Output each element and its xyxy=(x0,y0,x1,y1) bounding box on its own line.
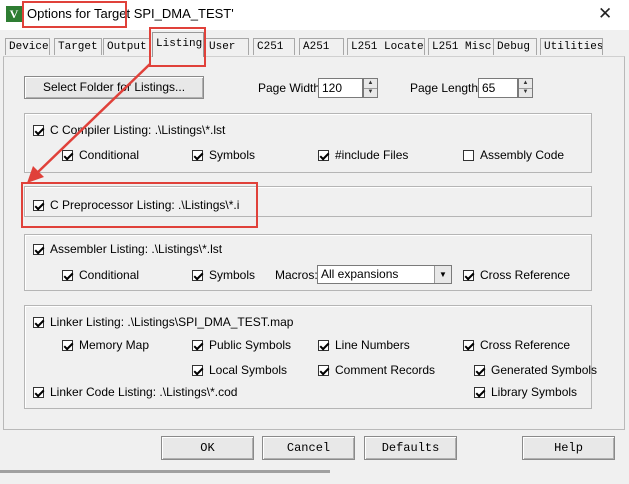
annotation-arrow-line xyxy=(36,63,151,174)
tab-listing[interactable]: Listing xyxy=(152,32,204,57)
annotation-arrow-layer xyxy=(27,63,151,183)
